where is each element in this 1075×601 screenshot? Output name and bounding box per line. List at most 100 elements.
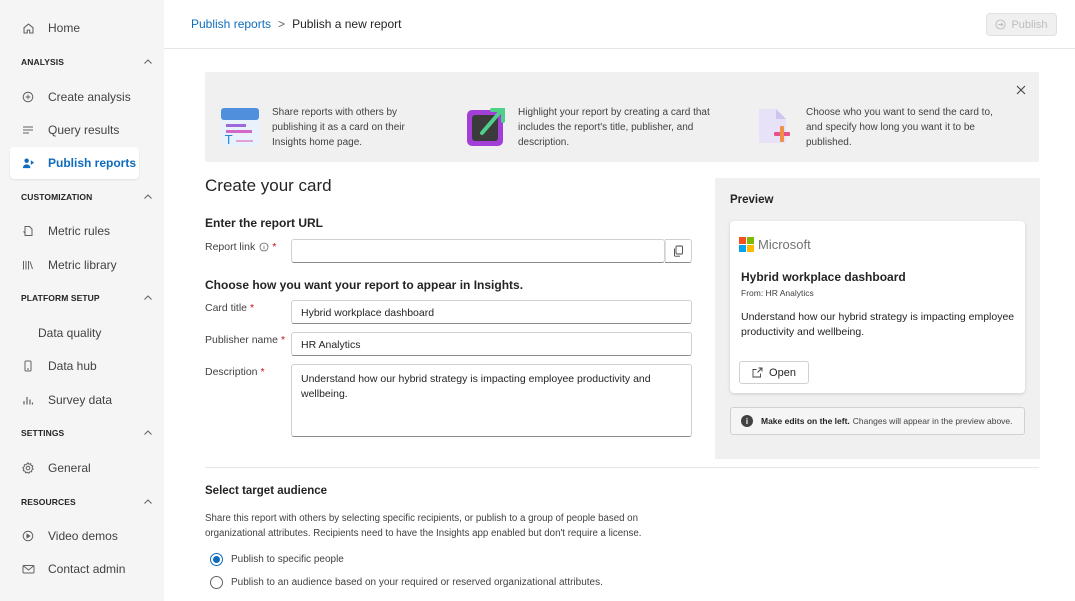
mail-icon [21, 562, 35, 576]
description-textarea[interactable]: Understand how our hybrid strategy is im… [291, 364, 692, 437]
sidebar-item-create-analysis[interactable]: Create analysis [10, 81, 139, 113]
section-label: ANALYSIS [21, 57, 64, 67]
section-label: CUSTOMIZATION [21, 192, 93, 202]
sidebar: Home ANALYSIS Create analysis Query resu… [0, 0, 164, 601]
device-icon [21, 359, 35, 373]
close-icon[interactable] [1015, 84, 1027, 96]
chevron-up-icon [144, 59, 152, 64]
chevron-up-icon [144, 430, 152, 435]
sidebar-item-label: Contact admin [48, 562, 126, 576]
preview-card-publisher: From: HR Analytics [741, 288, 814, 298]
card-title-label: Card title * [205, 302, 254, 314]
card-title-label-text: Card title [205, 302, 248, 314]
required-mark: * [272, 241, 277, 253]
sidebar-item-data-quality[interactable]: Data quality [10, 317, 139, 349]
open-external-icon [752, 367, 763, 378]
sidebar-item-label: Data quality [38, 326, 102, 340]
sidebar-item-home[interactable]: Home [10, 12, 139, 44]
description-label-text: Description [205, 366, 258, 378]
chevron-up-icon [144, 499, 152, 504]
top-bar: Publish reports > Publish a new report P… [164, 0, 1075, 49]
banner-text-highlight: Highlight your report by creating a card… [518, 107, 710, 148]
publisher-name-label-text: Publisher name [205, 334, 278, 346]
chevron-up-icon [144, 194, 152, 199]
breadcrumb: Publish reports > Publish a new report [191, 17, 401, 31]
section-label: SETTINGS [21, 428, 65, 438]
copy-button[interactable] [665, 240, 690, 262]
list-icon [21, 123, 35, 137]
sidebar-item-contact-admin[interactable]: Contact admin [10, 553, 139, 585]
sidebar-item-video-demos[interactable]: Video demos [10, 520, 139, 552]
people-share-icon [21, 156, 35, 170]
radio-publish-by-attributes[interactable]: Publish to an audience based on your req… [210, 576, 603, 589]
url-section-heading: Enter the report URL [205, 216, 324, 230]
sidebar-item-label: Publish reports [48, 156, 137, 170]
arrow-circle-right-icon [995, 19, 1006, 30]
sidebar-item-general[interactable]: General [10, 452, 139, 484]
preview-card-description: Understand how our hybrid strategy is im… [741, 311, 1015, 338]
section-platform-setup[interactable]: PLATFORM SETUP [21, 290, 153, 306]
section-analysis[interactable]: ANALYSIS [21, 54, 153, 70]
radio-label: Publish to an audience based on your req… [231, 577, 603, 588]
report-link-label-text: Report link [205, 241, 256, 253]
report-link-label: Report link * [205, 241, 276, 253]
breadcrumb-link-publish-reports[interactable]: Publish reports [191, 17, 271, 31]
gear-icon [21, 461, 35, 475]
banner-item-highlight: Highlight your report by creating a card… [466, 105, 728, 150]
banner-item-audience: Choose who you want to send the card to,… [754, 105, 1006, 150]
section-customization[interactable]: CUSTOMIZATION [21, 189, 153, 205]
radio-button[interactable] [210, 576, 223, 589]
card-title-input[interactable]: Hybrid workplace dashboard [291, 300, 692, 324]
section-divider [205, 467, 1039, 468]
library-icon [21, 258, 35, 272]
info-message-text: Changes will appear in the preview above… [852, 416, 1013, 426]
sidebar-item-query-results[interactable]: Query results [10, 114, 139, 146]
document-rule-icon [21, 224, 35, 238]
sidebar-item-data-hub[interactable]: Data hub [10, 350, 139, 382]
sidebar-item-label: Data hub [48, 359, 97, 373]
open-button[interactable]: Open [739, 361, 809, 384]
sidebar-item-label: Survey data [48, 393, 113, 407]
banner-text-share: Share reports with others by publishing … [272, 107, 405, 148]
svg-text:T: T [224, 133, 233, 147]
chevron-up-icon [144, 295, 152, 300]
microsoft-logo: Microsoft [739, 237, 811, 252]
audience-description: Share this report with others by selecti… [205, 513, 642, 539]
radio-button-selected[interactable] [210, 553, 223, 566]
publisher-name-label: Publisher name * [205, 334, 285, 346]
sidebar-item-metric-rules[interactable]: Metric rules [10, 215, 139, 247]
play-circle-icon [21, 529, 35, 543]
radio-publish-specific-people[interactable]: Publish to specific people [210, 553, 344, 566]
add-circle-icon [21, 90, 35, 104]
publisher-name-input[interactable]: HR Analytics [291, 332, 692, 356]
breadcrumb-separator: > [278, 17, 286, 31]
open-card-illustration-icon [467, 108, 505, 146]
sidebar-item-label: General [48, 461, 91, 475]
sidebar-item-publish-reports[interactable]: Publish reports [10, 147, 139, 179]
section-label: RESOURCES [21, 497, 76, 507]
report-link-input[interactable] [291, 239, 665, 263]
page-title: Create your card [205, 176, 332, 195]
sidebar-item-label: Video demos [48, 529, 118, 543]
publish-button[interactable]: Publish [986, 13, 1057, 36]
radio-label: Publish to specific people [231, 554, 344, 565]
sidebar-item-metric-library[interactable]: Metric library [10, 249, 139, 281]
sidebar-item-label: Metric library [48, 258, 117, 272]
sidebar-item-label: Metric rules [48, 224, 111, 238]
publish-button-label: Publish [1011, 18, 1048, 31]
banner-text-audience: Choose who you want to send the card to,… [806, 107, 993, 148]
preview-panel: Preview Microsoft Hybrid workplace dashb… [715, 178, 1040, 459]
preview-card: Microsoft Hybrid workplace dashboard Fro… [730, 221, 1025, 393]
document-add-illustration-icon [759, 109, 790, 143]
info-message-bold: Make edits on the left. [761, 416, 850, 426]
info-filled-icon: i [741, 415, 753, 427]
sidebar-item-label: Create analysis [48, 90, 131, 104]
sidebar-item-survey-data[interactable]: Survey data [10, 384, 139, 416]
required-mark: * [250, 302, 255, 314]
section-label: PLATFORM SETUP [21, 293, 100, 303]
section-resources[interactable]: RESOURCES [21, 494, 153, 510]
required-mark: * [260, 366, 265, 378]
section-settings[interactable]: SETTINGS [21, 425, 153, 441]
sidebar-item-label: Query results [48, 123, 120, 137]
info-icon[interactable] [259, 242, 269, 252]
